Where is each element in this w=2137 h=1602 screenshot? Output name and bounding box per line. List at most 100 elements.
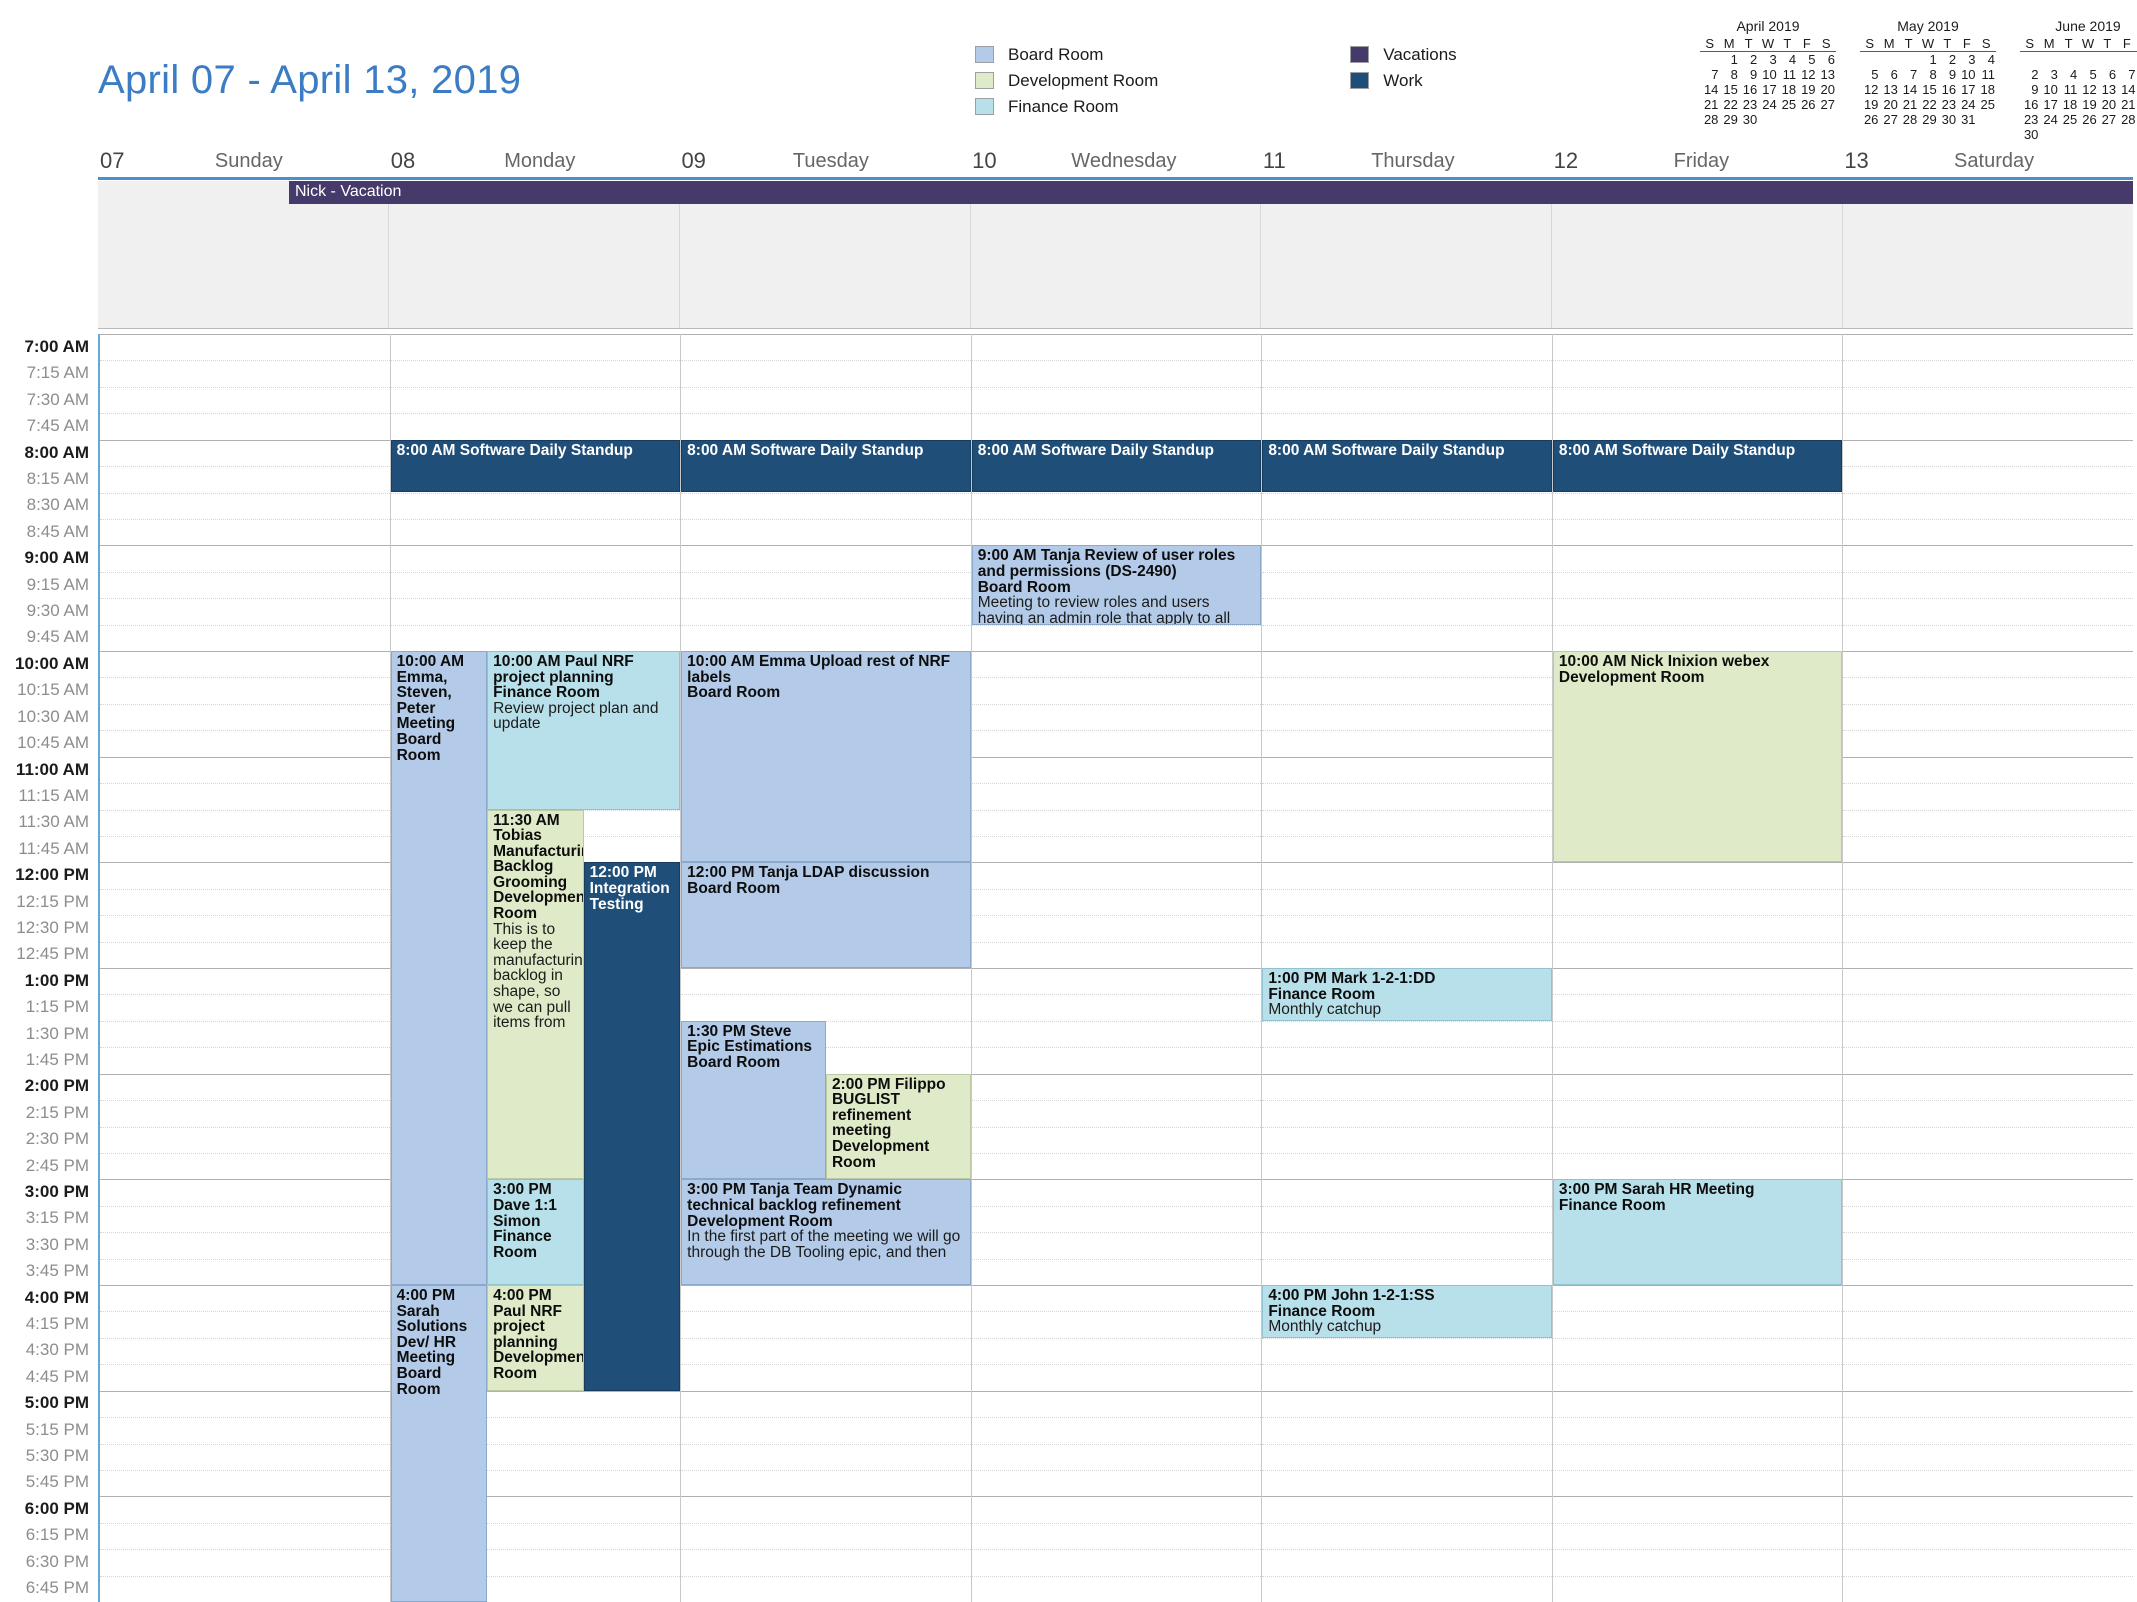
mini-calendar-day[interactable]: 9 bbox=[1739, 67, 1758, 82]
mini-calendar-day[interactable]: 27 bbox=[1817, 97, 1836, 112]
mini-calendar-day[interactable]: 18 bbox=[2059, 97, 2078, 112]
calendar-event[interactable]: 8:00 AM Software Daily Standup bbox=[390, 439, 681, 493]
mini-calendar-day[interactable]: 24 bbox=[1758, 97, 1777, 112]
mini-calendar-day[interactable]: 4 bbox=[1778, 52, 1797, 68]
mini-calendar-day[interactable]: 25 bbox=[1778, 97, 1797, 112]
calendar-event[interactable]: 8:00 AM Software Daily Standup bbox=[1262, 439, 1552, 493]
calendar-event[interactable]: 9:00 AM Tanja Review of user roles and p… bbox=[971, 545, 1262, 625]
mini-calendar-day[interactable]: 22 bbox=[1719, 97, 1738, 112]
mini-calendar-day[interactable]: 7 bbox=[1700, 67, 1719, 82]
mini-calendar-day[interactable]: 2 bbox=[2020, 67, 2039, 82]
mini-calendar-day[interactable]: 6 bbox=[1817, 52, 1836, 68]
legend-item-finance-room[interactable]: Finance Room bbox=[975, 97, 1158, 116]
calendar-event[interactable]: 8:00 AM Software Daily Standup bbox=[971, 439, 1262, 493]
mini-calendar-day[interactable]: 10 bbox=[2039, 82, 2058, 97]
legend-item-vacations[interactable]: Vacations bbox=[1350, 45, 1457, 64]
calendar-event[interactable]: 8:00 AM Software Daily Standup bbox=[1552, 439, 1843, 493]
mini-calendar-day[interactable]: 12 bbox=[2078, 82, 2097, 97]
mini-calendar-day[interactable]: 14 bbox=[2117, 82, 2136, 97]
mini-calendar-day[interactable]: 30 bbox=[1938, 112, 1957, 127]
calendar-event[interactable]: 4:00 PM John 1-2-1:SS Finance Room Monthly… bbox=[1262, 1285, 1552, 1338]
mini-calendar-day[interactable]: 21 bbox=[2117, 97, 2136, 112]
calendar-event[interactable]: 12:00 PM Integration Testing bbox=[583, 862, 681, 1391]
calendar-event[interactable]: 2:00 PM Filippo BUGLIST refinement meeti… bbox=[825, 1073, 971, 1180]
mini-calendar-day[interactable]: 14 bbox=[1899, 82, 1918, 97]
day-column-monday[interactable]: 8:00 AM Software Daily Standup 10:00 AM E… bbox=[390, 334, 682, 1602]
mini-calendar-day[interactable]: 9 bbox=[2020, 82, 2039, 97]
mini-calendar-day[interactable]: 4 bbox=[2059, 67, 2078, 82]
mini-calendar-day[interactable]: 16 bbox=[2020, 97, 2039, 112]
day-header-thursday[interactable]: 11 Thursday bbox=[1261, 148, 1552, 177]
mini-calendar-day[interactable]: 13 bbox=[2098, 82, 2117, 97]
mini-calendar-day[interactable]: 18 bbox=[1778, 82, 1797, 97]
mini-calendar-day[interactable]: 18 bbox=[1977, 82, 1996, 97]
mini-calendar-day[interactable]: 10 bbox=[1957, 67, 1976, 82]
mini-calendar-day[interactable]: 5 bbox=[2078, 67, 2097, 82]
mini-calendar-day[interactable]: 11 bbox=[2059, 82, 2078, 97]
mini-calendar-day[interactable]: 19 bbox=[2078, 97, 2097, 112]
mini-calendar-day[interactable]: 20 bbox=[1879, 97, 1898, 112]
day-header-monday[interactable]: 08 Monday bbox=[389, 148, 680, 177]
calendar-event[interactable]: 3:00 PM Dave 1:1 Simon Finance Room bbox=[487, 1179, 584, 1285]
mini-calendar-day[interactable]: 5 bbox=[1860, 67, 1879, 82]
mini-calendar-day[interactable]: 3 bbox=[1758, 52, 1777, 68]
all-day-event-vacation[interactable]: Nick - Vacation bbox=[289, 181, 2133, 204]
mini-calendar-day[interactable]: 3 bbox=[1957, 52, 1976, 68]
calendar-event[interactable]: 4:00 PM Sarah Solutions Dev/ HR Meeting B… bbox=[390, 1285, 488, 1602]
mini-calendar-day[interactable]: 21 bbox=[1899, 97, 1918, 112]
mini-calendar-day[interactable]: 27 bbox=[2098, 112, 2117, 127]
mini-calendar-day[interactable]: 26 bbox=[1797, 97, 1816, 112]
legend-item-development-room[interactable]: Development Room bbox=[975, 71, 1158, 90]
mini-calendar-day[interactable]: 19 bbox=[1797, 82, 1816, 97]
calendar-event[interactable]: 10:00 AM Emma Upload rest of NRF labels B… bbox=[681, 651, 971, 863]
day-header-sunday[interactable]: 07 Sunday bbox=[98, 148, 389, 177]
calendar-event[interactable]: 10:00 AM Nick Inixion webex Development R… bbox=[1552, 651, 1843, 863]
mini-calendar-day[interactable]: 16 bbox=[1938, 82, 1957, 97]
calendar-event[interactable]: 10:00 AM Emma, Steven, Peter Meeting Boar… bbox=[390, 651, 488, 1285]
mini-calendar-day[interactable]: 24 bbox=[1957, 97, 1976, 112]
mini-calendar-day[interactable]: 10 bbox=[1758, 67, 1777, 82]
calendar-event[interactable]: 3:00 PM Tanja Team Dynamic technical bac… bbox=[681, 1179, 971, 1285]
mini-calendar[interactable]: April 2019 S M T W T F S 1 2 3 4 5 6 7 8 9 10 11 12 13 14 15 16… bbox=[1700, 18, 1836, 142]
mini-calendar-day[interactable]: 29 bbox=[1918, 112, 1937, 127]
mini-calendar-day[interactable]: 25 bbox=[2059, 112, 2078, 127]
mini-calendar-day[interactable]: 2 bbox=[1938, 52, 1957, 68]
mini-calendar-day[interactable]: 7 bbox=[2117, 67, 2136, 82]
mini-calendar-day[interactable]: 7 bbox=[1899, 67, 1918, 82]
mini-calendar-day[interactable]: 29 bbox=[1719, 112, 1738, 127]
mini-calendar-day[interactable]: 17 bbox=[2039, 97, 2058, 112]
mini-calendar-day[interactable]: 6 bbox=[1879, 67, 1898, 82]
mini-calendar-day[interactable]: 27 bbox=[1879, 112, 1898, 127]
day-column-tuesday[interactable]: 8:00 AM Software Daily Standup 10:00 AM E… bbox=[681, 334, 972, 1602]
mini-calendar-day[interactable]: 13 bbox=[1817, 67, 1836, 82]
day-column-sunday[interactable] bbox=[100, 334, 391, 1602]
mini-calendar-day[interactable]: 22 bbox=[1918, 97, 1937, 112]
mini-calendar-day[interactable]: 8 bbox=[1719, 67, 1738, 82]
day-column-thursday[interactable]: 8:00 AM Software Daily Standup 1:00 PM Ma… bbox=[1262, 334, 1553, 1602]
mini-calendar-day[interactable]: 17 bbox=[1758, 82, 1777, 97]
day-header-saturday[interactable]: 13 Saturday bbox=[1842, 148, 2133, 177]
mini-calendar-day[interactable]: 4 bbox=[1977, 52, 1996, 68]
mini-calendar-day[interactable]: 5 bbox=[1797, 52, 1816, 68]
calendar-event[interactable]: 3:00 PM Sarah HR Meeting Finance Room bbox=[1552, 1179, 1843, 1285]
mini-calendar-day[interactable]: 3 bbox=[2039, 67, 2058, 82]
mini-calendar-day[interactable]: 1 bbox=[1918, 52, 1937, 68]
mini-calendar-day[interactable]: 23 bbox=[2020, 112, 2039, 127]
calendar-event[interactable]: 10:00 AM Paul NRF project planning Financ… bbox=[487, 651, 681, 810]
mini-calendar[interactable]: June 2019SMTWTFS123456789101112131415161… bbox=[2020, 18, 2137, 142]
day-column-saturday[interactable] bbox=[1843, 334, 2134, 1602]
mini-calendar-day[interactable]: 16 bbox=[1739, 82, 1758, 97]
mini-calendar-day[interactable]: 14 bbox=[1700, 82, 1719, 97]
mini-calendar-day[interactable]: 30 bbox=[1739, 112, 1758, 127]
mini-calendar-day[interactable]: 20 bbox=[2098, 97, 2117, 112]
calendar-event[interactable]: 1:00 PM Mark 1-2-1:DD Finance Room Monthly… bbox=[1262, 968, 1552, 1021]
mini-calendar-day[interactable]: 6 bbox=[2098, 67, 2117, 82]
calendar-event[interactable]: 1:30 PM Steve Epic Estimations Board Room bbox=[681, 1020, 826, 1180]
mini-calendar-day[interactable]: 20 bbox=[1817, 82, 1836, 97]
mini-calendar-day[interactable]: 23 bbox=[1739, 97, 1758, 112]
day-column-friday[interactable]: 8:00 AM Software Daily Standup 10:00 AM N… bbox=[1552, 334, 1844, 1602]
mini-calendar-day[interactable]: 25 bbox=[1977, 97, 1996, 112]
legend-item-work[interactable]: Work bbox=[1350, 71, 1456, 90]
mini-calendar-day[interactable]: 31 bbox=[1957, 112, 1976, 127]
calendar-event[interactable]: 8:00 AM Software Daily Standup bbox=[681, 439, 971, 493]
